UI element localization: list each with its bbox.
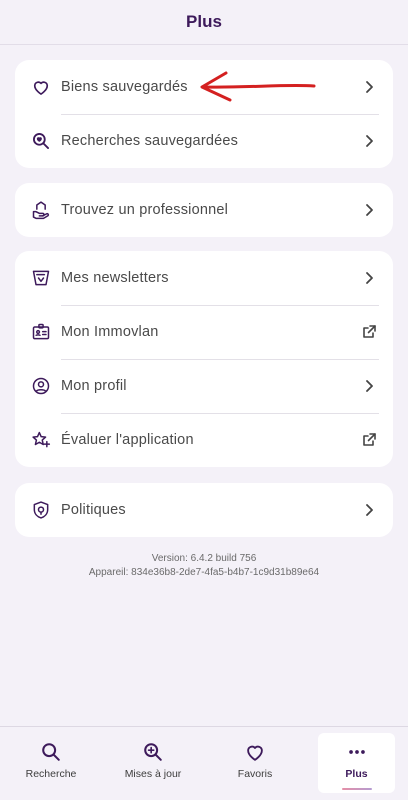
tab-favoris[interactable]: Favoris xyxy=(214,733,296,789)
external-link-icon xyxy=(361,432,377,448)
chevron-right-icon xyxy=(361,133,377,149)
account-group-card: Mes newsletters Mon Immovlan Mon profil … xyxy=(15,251,393,467)
newsletter-icon xyxy=(31,268,51,288)
heart-icon xyxy=(31,77,51,97)
home-hand-icon xyxy=(31,200,51,220)
menu-item-label: Trouvez un professionnel xyxy=(61,202,229,218)
menu-item-my-immovlan[interactable]: Mon Immovlan xyxy=(15,305,393,359)
menu-item-label: Recherches sauvegardées xyxy=(61,133,239,149)
menu-item-label: Mon Immovlan xyxy=(61,324,159,340)
menu-item-find-professional[interactable]: Trouvez un professionnel xyxy=(15,183,393,237)
menu-item-policies[interactable]: Politiques xyxy=(15,483,393,537)
star-sparkle-icon xyxy=(31,430,51,450)
heart-icon xyxy=(244,741,266,763)
menu-item-label: Biens sauvegardés xyxy=(61,79,188,95)
menu-item-label: Évaluer l'application xyxy=(61,432,194,448)
search-icon xyxy=(40,741,62,763)
chevron-right-icon xyxy=(361,79,377,95)
id-card-icon xyxy=(31,322,51,342)
red-arrow-annotation xyxy=(200,71,316,102)
chevron-right-icon xyxy=(361,202,377,218)
chevron-right-icon xyxy=(361,270,377,286)
shield-icon xyxy=(31,500,51,520)
menu-item-my-profile[interactable]: Mon profil xyxy=(15,359,393,413)
external-link-icon xyxy=(361,324,377,340)
chevron-right-icon xyxy=(361,502,377,518)
tab-label: Recherche xyxy=(25,768,77,780)
version-text: Version: 6.4.2 build 756 xyxy=(151,553,257,564)
pro-group-card: Trouvez un professionnel xyxy=(15,183,393,237)
search-heart-icon xyxy=(31,131,51,151)
tab-mises-a-jour[interactable]: Mises à jour xyxy=(110,733,196,789)
tab-label: Mises à jour xyxy=(124,768,182,780)
policies-group-card: Politiques xyxy=(15,483,393,537)
page-title: Plus xyxy=(186,12,222,31)
bottom-tab-bar: Recherche Mises à jour Favoris Plus xyxy=(0,726,408,800)
tab-label: Favoris xyxy=(237,768,273,780)
active-tab-indicator xyxy=(341,788,372,790)
tab-label: Plus xyxy=(345,768,368,780)
menu-item-newsletters[interactable]: Mes newsletters xyxy=(15,251,393,305)
menu-item-label: Mes newsletters xyxy=(61,270,169,286)
menu-item-rate-app[interactable]: Évaluer l'application xyxy=(15,413,393,467)
search-plus-icon xyxy=(142,741,164,763)
tab-recherche[interactable]: Recherche xyxy=(10,733,92,789)
user-circle-icon xyxy=(31,376,51,396)
more-dots-icon xyxy=(346,741,368,763)
menu-item-label: Mon profil xyxy=(61,378,127,394)
menu-item-label: Politiques xyxy=(61,502,126,518)
chevron-right-icon xyxy=(361,378,377,394)
device-id-text: Appareil: 834e36b8-2de7-4fa5-b4b7-1c9d31… xyxy=(88,567,320,578)
top-bar: Plus xyxy=(0,0,408,45)
tab-plus[interactable]: Plus xyxy=(318,733,395,793)
menu-item-saved-searches[interactable]: Recherches sauvegardées xyxy=(15,114,393,168)
